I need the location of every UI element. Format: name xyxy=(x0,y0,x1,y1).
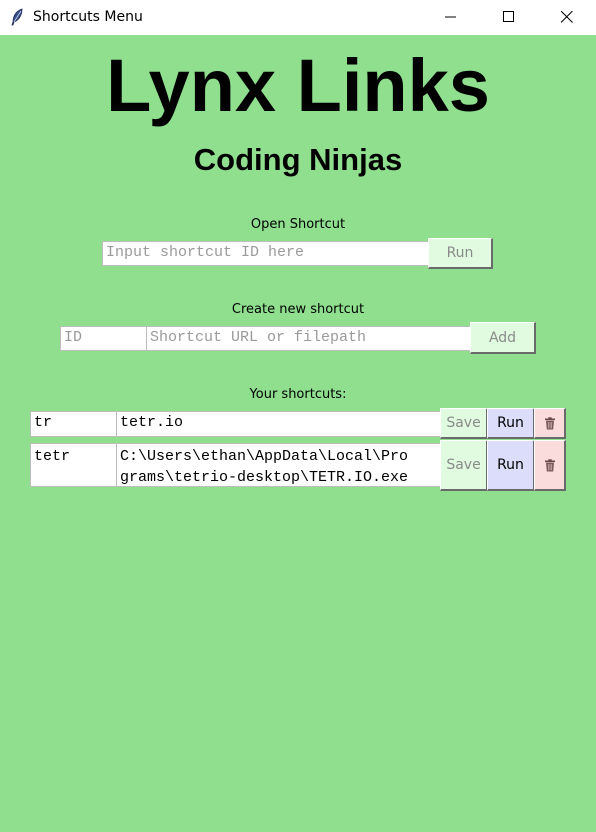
new-id-input[interactable]: ID xyxy=(60,326,147,351)
new-url-input[interactable]: Shortcut URL or filepath xyxy=(146,326,471,351)
shortcut-id-field[interactable]: tetr xyxy=(30,443,117,487)
save-button[interactable]: Save xyxy=(440,408,488,439)
delete-button[interactable] xyxy=(534,440,566,491)
minimize-icon xyxy=(445,16,456,18)
maximize-icon xyxy=(503,11,514,22)
shortcut-id-field[interactable]: tr xyxy=(30,411,117,437)
shortcut-path-field[interactable]: tetr.io xyxy=(116,411,441,437)
your-shortcuts-label: Your shortcuts: xyxy=(249,387,347,402)
app-title: Lynx Links xyxy=(106,44,490,127)
shortcut-path-field[interactable]: C:\Users\ethan\AppData\Local\Pro grams\t… xyxy=(116,443,441,487)
create-shortcut-label: Create new shortcut xyxy=(231,302,365,317)
trash-icon xyxy=(544,458,555,471)
open-shortcut-label: Open Shortcut xyxy=(250,217,346,232)
save-button[interactable]: Save xyxy=(440,440,488,491)
feather-icon xyxy=(11,8,23,26)
delete-button[interactable] xyxy=(534,408,566,439)
trash-icon xyxy=(544,416,555,429)
open-run-button[interactable]: Run xyxy=(428,238,493,269)
minimize-button[interactable] xyxy=(428,0,474,35)
app-subtitle: Coding Ninjas xyxy=(193,142,403,177)
run-button[interactable]: Run xyxy=(487,440,535,491)
shortcut-id-input[interactable]: Input shortcut ID here xyxy=(102,241,429,266)
close-button[interactable] xyxy=(544,0,590,35)
close-icon xyxy=(561,11,573,23)
run-button[interactable]: Run xyxy=(487,408,535,439)
add-button[interactable]: Add xyxy=(470,322,536,354)
maximize-button[interactable] xyxy=(486,0,532,35)
window-title: Shortcuts Menu xyxy=(33,9,143,25)
window-titlebar: Shortcuts Menu xyxy=(0,0,596,35)
